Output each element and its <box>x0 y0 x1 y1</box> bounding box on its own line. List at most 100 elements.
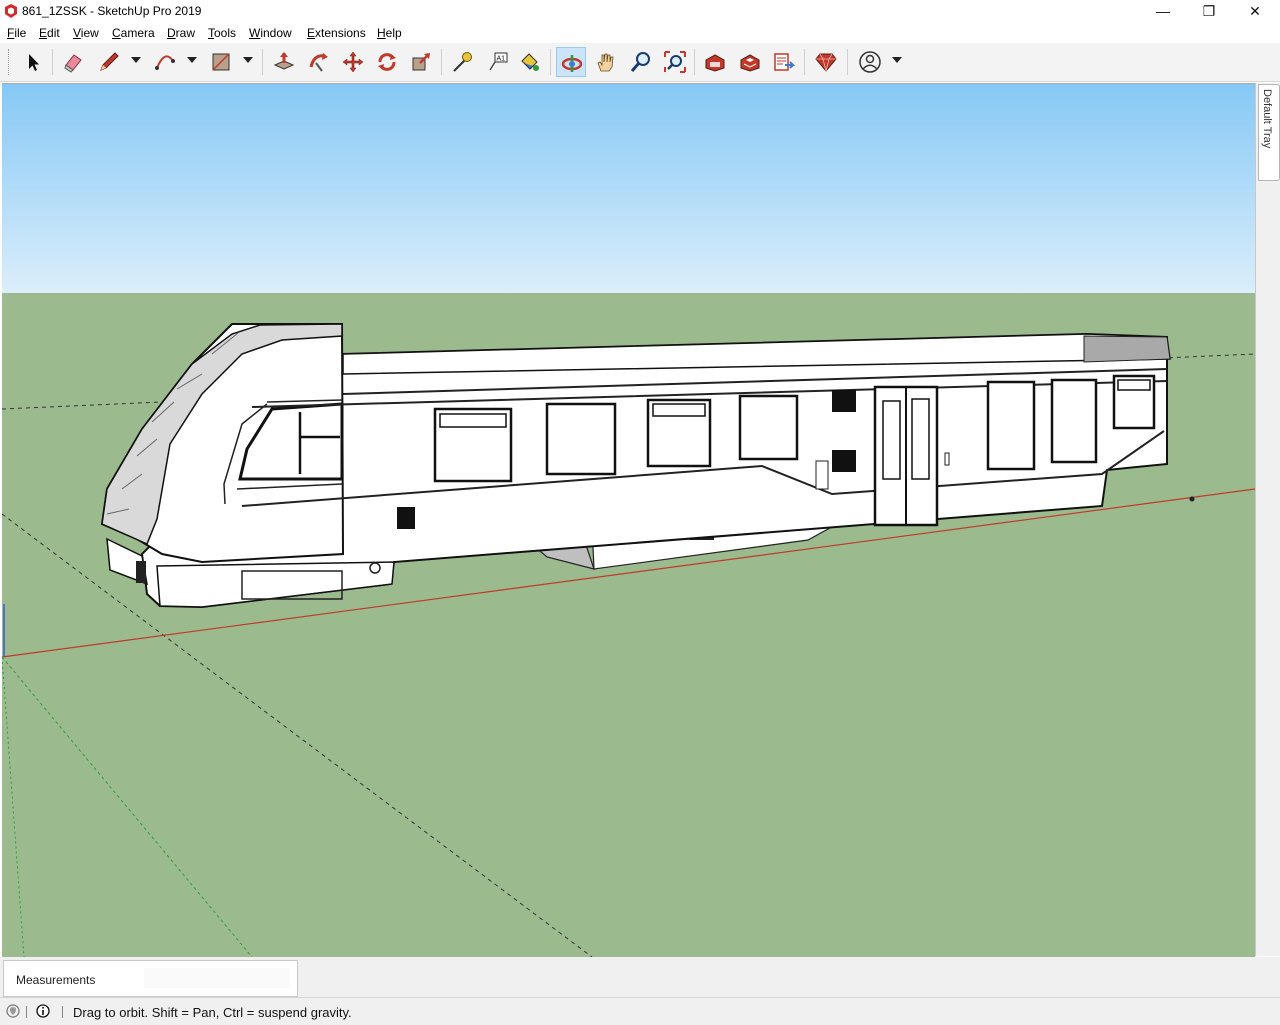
layout-button[interactable] <box>769 47 799 77</box>
text-tool-button[interactable]: A1 <box>483 47 513 77</box>
menu-bar: File Edit View Camera Draw Tools Window … <box>0 24 1280 43</box>
menu-help[interactable]: Help <box>377 26 402 40</box>
menu-camera[interactable]: Camera <box>112 26 155 40</box>
roof-end-cap <box>1083 335 1171 363</box>
line-tool-button[interactable] <box>94 47 124 77</box>
small-dark-panel <box>832 390 856 412</box>
menu-view[interactable]: View <box>73 26 99 40</box>
rotate-tool-button[interactable] <box>372 47 402 77</box>
toolbar-separator <box>52 49 53 75</box>
model-canvas <box>2 84 1255 957</box>
follow-me-icon <box>309 53 328 72</box>
window-title: 861_1ZSSK - SketchUp Pro 2019 <box>22 4 202 18</box>
status-separator <box>62 1006 63 1018</box>
measurements-label: Measurements <box>16 973 96 987</box>
menu-extensions[interactable]: Extensions <box>307 26 366 40</box>
scale-tool-button[interactable] <box>406 47 436 77</box>
select-tool-button[interactable] <box>18 47 48 77</box>
toolbar-separator <box>804 49 805 75</box>
pencil-icon <box>100 52 119 71</box>
eraser-icon <box>64 54 82 73</box>
account-button[interactable] <box>855 47 885 77</box>
tray-panel <box>1255 83 1280 956</box>
account-dropdown-arrow[interactable] <box>892 57 902 63</box>
close-button[interactable]: ✕ <box>1232 0 1278 24</box>
orbit-tool-button[interactable] <box>556 47 586 77</box>
axis-point-marker <box>1189 496 1195 502</box>
tape-measure-icon <box>453 52 472 72</box>
main-toolbar: A1 <box>0 43 1280 82</box>
side-grille <box>397 507 415 529</box>
move-arrows-icon <box>342 51 364 73</box>
arc-tool-button[interactable] <box>150 47 180 77</box>
door-button <box>944 452 950 466</box>
menu-edit[interactable]: Edit <box>39 26 60 40</box>
paint-bucket-icon <box>521 53 539 71</box>
toolbar-separator <box>694 49 695 75</box>
scale-icon <box>412 53 430 71</box>
magnifier-icon <box>630 52 650 72</box>
send-to-layout-icon <box>774 53 795 71</box>
headlight <box>136 561 146 583</box>
extension-warehouse-button[interactable] <box>735 47 765 77</box>
zoom-tool-button[interactable] <box>626 47 656 77</box>
text-label-icon: A1 <box>489 52 508 71</box>
passenger-window <box>738 394 799 461</box>
follow-me-tool-button[interactable] <box>304 47 334 77</box>
hand-icon <box>597 53 614 72</box>
rotate-icon <box>378 53 396 71</box>
small-dark-panel <box>832 450 856 472</box>
svg-text:A1: A1 <box>497 56 506 63</box>
push-pull-icon <box>273 52 295 70</box>
toolbar-separator <box>262 49 263 75</box>
push-pull-tool-button[interactable] <box>269 47 299 77</box>
toolbar-separator <box>847 49 848 75</box>
rectangle-tool-button[interactable] <box>206 47 236 77</box>
sketchup-logo-icon <box>5 4 17 18</box>
ruby-gem-icon <box>815 53 837 72</box>
maximize-button[interactable]: ❐ <box>1186 0 1232 24</box>
menu-tools[interactable]: Tools <box>208 26 236 40</box>
tape-measure-tool-button[interactable] <box>447 47 477 77</box>
arc-icon <box>155 55 175 70</box>
small-hatch <box>815 460 829 490</box>
paint-bucket-tool-button[interactable] <box>514 47 544 77</box>
minimize-button[interactable]: — <box>1140 0 1186 24</box>
arc-dropdown-arrow[interactable] <box>187 57 197 63</box>
passenger-window <box>433 407 513 483</box>
shapes-dropdown-arrow[interactable] <box>243 57 253 63</box>
status-hint: Drag to orbit. Shift = Pan, Ctrl = suspe… <box>73 1005 352 1020</box>
toolbar-separator <box>441 49 442 75</box>
extension-manager-button[interactable] <box>811 47 841 77</box>
default-tray-tab[interactable]: Default Tray <box>1258 84 1280 181</box>
passenger-window <box>1112 374 1156 430</box>
status-separator <box>26 1006 27 1018</box>
status-bar: Drag to orbit. Shift = Pan, Ctrl = suspe… <box>0 997 1280 1025</box>
title-bar: 861_1ZSSK - SketchUp Pro 2019 — ❐ ✕ <box>0 0 1280 24</box>
info-icon[interactable] <box>36 1004 50 1018</box>
line-dropdown-arrow[interactable] <box>131 57 141 63</box>
user-account-icon <box>859 51 881 73</box>
passenger-window <box>986 380 1036 471</box>
geo-location-icon[interactable] <box>6 1004 20 1018</box>
zoom-extents-icon <box>664 51 686 73</box>
select-arrow-icon <box>29 54 39 71</box>
menu-window[interactable]: Window <box>249 26 292 40</box>
zoom-extents-tool-button[interactable] <box>660 47 690 77</box>
move-tool-button[interactable] <box>338 47 368 77</box>
orbit-icon <box>561 55 583 72</box>
drawing-viewport[interactable] <box>2 83 1255 957</box>
pan-tool-button[interactable] <box>591 47 621 77</box>
default-tray-label: Default Tray <box>1261 89 1273 149</box>
warehouse-icon <box>705 54 725 72</box>
toolbar-grip[interactable] <box>8 49 12 75</box>
passenger-window <box>545 402 617 476</box>
passenger-window <box>1050 378 1098 464</box>
measurements-box: Measurements <box>3 960 298 997</box>
passenger-window <box>646 398 712 468</box>
eraser-tool-button[interactable] <box>58 47 88 77</box>
menu-file[interactable]: File <box>7 26 26 40</box>
menu-draw[interactable]: Draw <box>167 26 195 40</box>
3d-warehouse-button[interactable] <box>700 47 730 77</box>
measurements-input[interactable] <box>144 968 290 988</box>
